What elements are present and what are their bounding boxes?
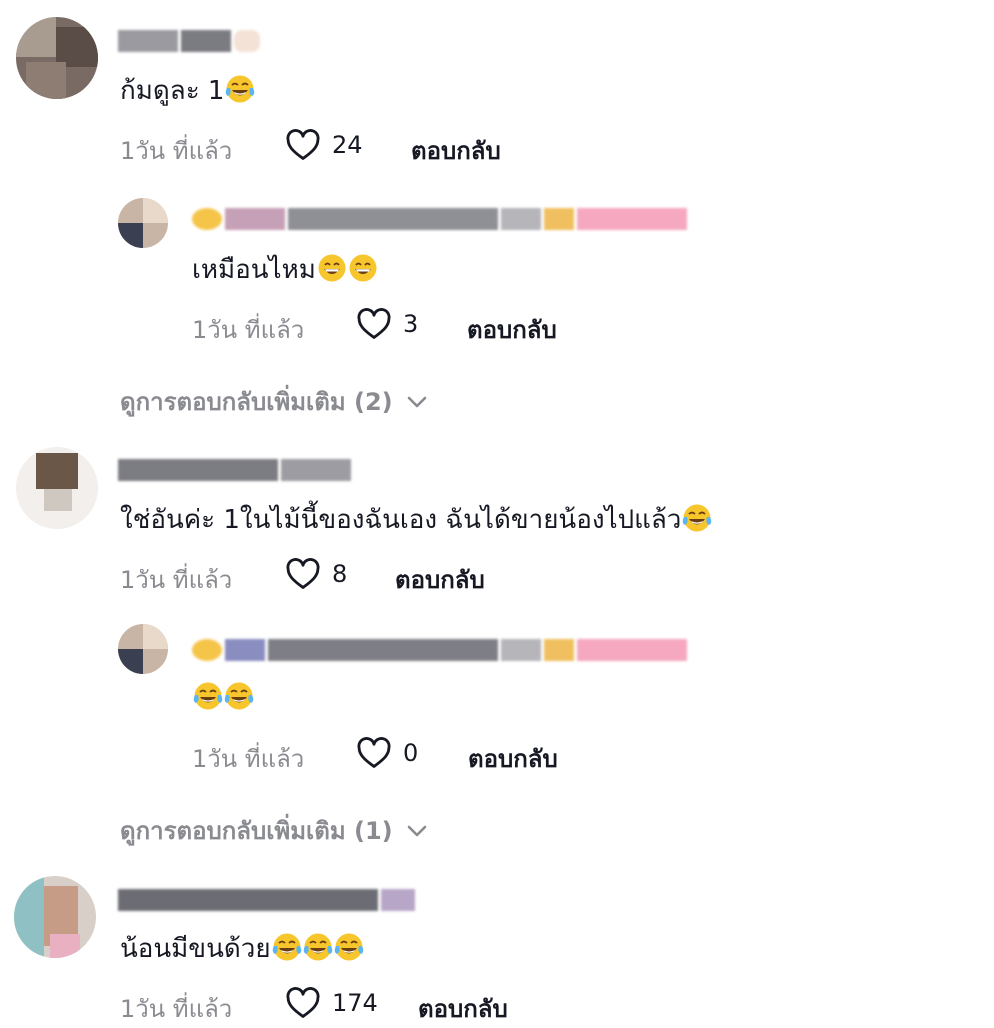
like-button[interactable]: 8 (286, 558, 347, 590)
comment-text: เหมือนไหม (192, 253, 378, 286)
like-count: 174 (332, 989, 378, 1017)
comment-time: 1วัน ที่แล้ว (120, 566, 233, 594)
like-count: 24 (332, 131, 363, 159)
tears-of-joy-emoji-icon (303, 933, 332, 961)
like-button[interactable]: 24 (286, 129, 363, 161)
heart-outline-icon (286, 987, 320, 1018)
reply-button[interactable]: ตอบกลับ (418, 989, 508, 1028)
tears-of-joy-emoji-icon (224, 682, 254, 710)
chevron-down-icon (407, 825, 426, 836)
comment-text (192, 681, 254, 714)
username-blurred[interactable] (118, 28, 260, 54)
comment-text: ใช่อันค่ะ 1ในไม้นี้ของฉันเอง ฉันได้ขายน้… (120, 503, 712, 536)
comment-time: 1วัน ที่แล้ว (120, 995, 233, 1023)
heart-outline-icon (286, 558, 320, 589)
reply-button[interactable]: ตอบกลับ (411, 131, 501, 170)
like-button[interactable]: 0 (357, 737, 418, 769)
view-more-replies[interactable]: ดูการตอบกลับเพิ่มเติม (2) (120, 382, 427, 421)
heart-outline-icon (286, 129, 320, 160)
comment-text: ก้มดูละ 1 (120, 74, 255, 107)
heart-outline-icon (357, 737, 391, 768)
comment-time: 1วัน ที่แล้ว (192, 745, 305, 773)
tears-of-joy-emoji-icon (683, 504, 712, 532)
reply-button[interactable]: ตอบกลับ (395, 560, 485, 599)
like-count: 0 (403, 739, 419, 767)
comment-time: 1วัน ที่แล้ว (120, 137, 233, 165)
comment-text: น้อนมีขนด้วย (120, 932, 364, 965)
grinning-emoji-icon (318, 254, 346, 282)
tears-of-joy-emoji-icon (272, 933, 301, 961)
avatar[interactable] (16, 447, 98, 529)
avatar[interactable] (16, 17, 98, 99)
chevron-down-icon (407, 396, 426, 407)
tears-of-joy-emoji-icon (193, 682, 223, 710)
reply-button[interactable]: ตอบกลับ (468, 739, 558, 778)
avatar[interactable] (14, 876, 96, 958)
like-count: 3 (403, 310, 419, 338)
reply-button[interactable]: ตอบกลับ (467, 310, 557, 349)
like-count: 8 (332, 560, 348, 588)
tears-of-joy-emoji-icon (226, 75, 255, 103)
avatar[interactable] (118, 624, 168, 674)
username-blurred[interactable] (192, 637, 687, 663)
like-button[interactable]: 174 (286, 987, 378, 1019)
grinning-emoji-icon (349, 254, 377, 282)
heart-outline-icon (357, 308, 391, 339)
comment-time: 1วัน ที่แล้ว (192, 316, 305, 344)
username-blurred[interactable] (118, 457, 351, 483)
tears-of-joy-emoji-icon (334, 933, 363, 961)
avatar[interactable] (118, 198, 168, 248)
username-blurred[interactable] (118, 887, 415, 913)
view-more-replies[interactable]: ดูการตอบกลับเพิ่มเติม (1) (120, 811, 427, 850)
like-button[interactable]: 3 (357, 308, 418, 340)
username-blurred[interactable] (192, 206, 687, 232)
